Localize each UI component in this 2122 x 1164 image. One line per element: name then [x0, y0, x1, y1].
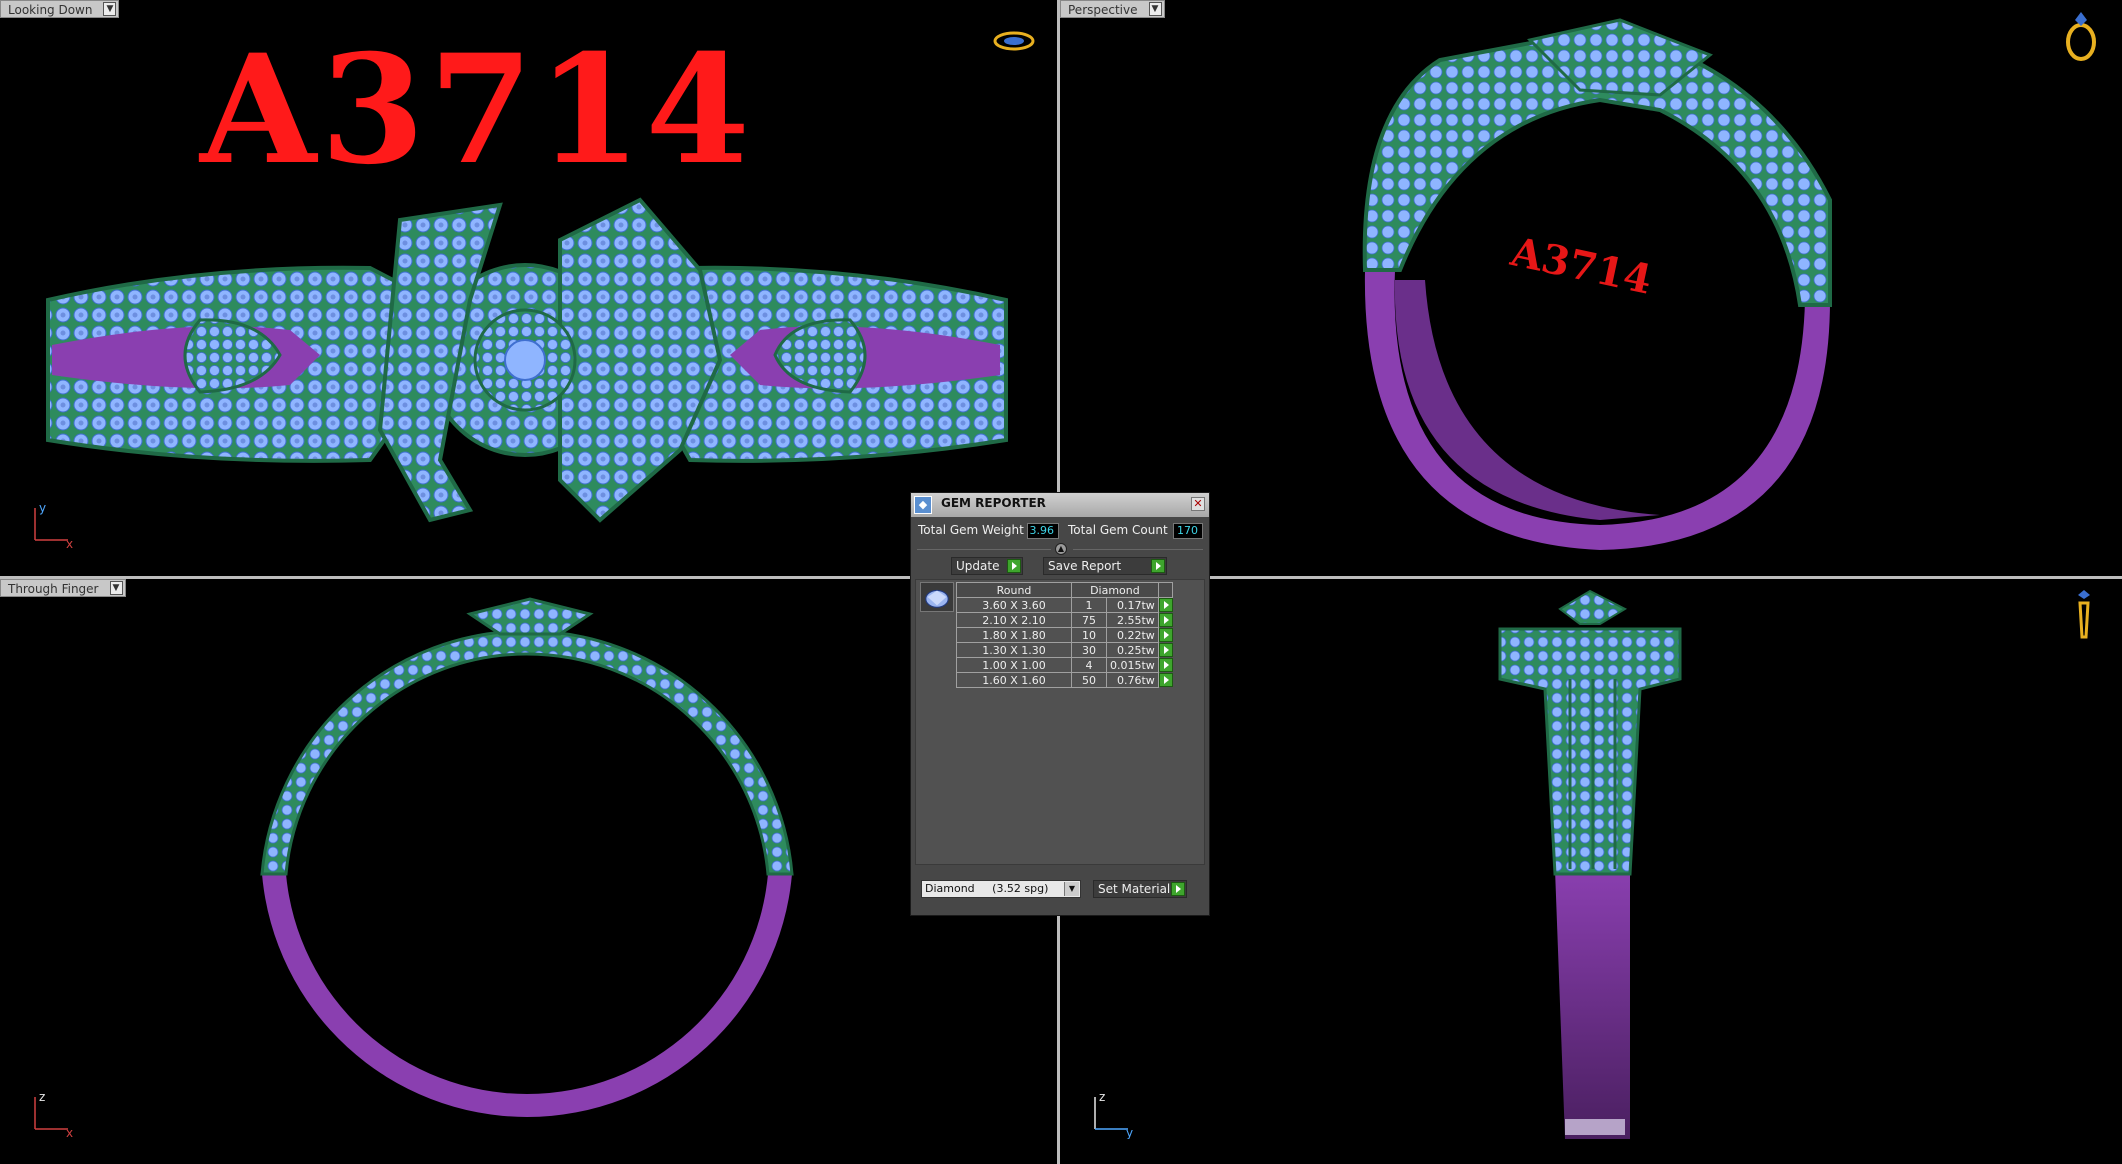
table-row[interactable]: 1.30 X 1.30 30 0.25tw — [956, 642, 1173, 658]
axis-triad-icon: z x — [34, 1090, 73, 1139]
gem-reporter-icon: ◆ — [914, 496, 932, 514]
save-report-label: Save Report — [1048, 559, 1122, 573]
gem-weight: 0.25tw — [1106, 642, 1159, 658]
ring-perspective-view: A3714 — [1362, 18, 1832, 550]
play-arrow-icon — [1007, 559, 1021, 573]
gem-count: 4 — [1071, 657, 1107, 673]
material-select[interactable]: Diamond (3.52 spg) ▼ — [921, 880, 1081, 898]
set-material-label: Set Material — [1098, 882, 1171, 896]
axis-z-label: z — [1099, 1090, 1105, 1104]
select-gem-icon[interactable] — [1158, 612, 1173, 627]
chevron-down-icon[interactable]: ▼ — [109, 581, 123, 595]
dialog-title-bar[interactable]: ◆ GEM REPORTER ✕ — [911, 493, 1209, 517]
ring-perspective-icon[interactable] — [2064, 10, 2098, 62]
gem-size: 1.30 X 1.30 — [956, 642, 1072, 658]
ring-side-view — [1498, 589, 1682, 1139]
viewport-looking-down[interactable]: A3714 Looking Down ▼ y x — [0, 0, 1057, 576]
table-row[interactable]: 2.10 X 2.10 75 2.55tw — [956, 612, 1173, 628]
gem-list-panel: Round Diamond 3.60 X 3.60 1 0.17tw 2.10 … — [915, 579, 1205, 865]
total-gem-weight-field: 3.96 — [1027, 523, 1059, 539]
gem-count: 1 — [1071, 597, 1107, 613]
close-icon[interactable]: ✕ — [1191, 497, 1205, 511]
gem-count: 75 — [1071, 612, 1107, 628]
material-select-value: Diamond (3.52 spg) — [925, 882, 1049, 895]
play-arrow-icon — [1151, 559, 1165, 573]
gem-size: 1.60 X 1.60 — [956, 672, 1072, 688]
viewport-menu-through-finger[interactable]: Through Finger ▼ — [0, 579, 126, 597]
play-arrow-icon — [1171, 882, 1185, 896]
axis-y-label: y — [39, 501, 46, 515]
viewport-menu-looking-down[interactable]: Looking Down ▼ — [0, 0, 120, 18]
viewport-label: Looking Down — [8, 3, 93, 17]
gem-weight: 2.55tw — [1106, 612, 1159, 628]
viewport-label: Through Finger — [8, 582, 99, 596]
chevron-down-icon[interactable]: ▼ — [1148, 2, 1162, 16]
gem-weight: 0.015tw — [1106, 657, 1159, 673]
gem-weight: 0.17tw — [1106, 597, 1159, 613]
ring-top-icon[interactable] — [993, 30, 1035, 52]
ring-front-view — [260, 597, 794, 1117]
axis-y-label: y — [1126, 1126, 1133, 1139]
table-row[interactable]: 3.60 X 3.60 1 0.17tw — [956, 597, 1173, 613]
select-gem-icon[interactable] — [1158, 627, 1173, 642]
viewport-menu-perspective[interactable]: Perspective ▼ — [1060, 0, 1165, 18]
axis-x-label: x — [66, 1126, 73, 1139]
round-gem-icon[interactable] — [920, 582, 954, 612]
axis-triad-icon: z y — [1094, 1090, 1133, 1139]
gem-size: 2.10 X 2.10 — [956, 612, 1072, 628]
gem-size: 1.00 X 1.00 — [956, 657, 1072, 673]
total-gem-count-label: Total Gem Count — [1068, 523, 1168, 537]
dialog-title: GEM REPORTER — [941, 496, 1046, 510]
viewport-perspective[interactable]: A3714 Perspective ▼ — [1060, 0, 2122, 576]
column-header-shape: Round — [956, 582, 1072, 598]
gem-size: 3.60 X 3.60 — [956, 597, 1072, 613]
gem-reporter-dialog: ◆ GEM REPORTER ✕ Total Gem Weight 3.96 T… — [910, 492, 1210, 916]
axis-z-label: z — [39, 1090, 45, 1104]
table-row[interactable]: 1.60 X 1.60 50 0.76tw — [956, 672, 1173, 688]
select-gem-icon[interactable] — [1158, 642, 1173, 657]
axis-triad-icon: y x — [34, 501, 73, 550]
model-watermark: A3714 — [200, 22, 754, 198]
gem-size: 1.80 X 1.80 — [956, 627, 1072, 643]
ring-side-icon[interactable] — [2072, 589, 2096, 641]
select-gem-icon[interactable] — [1158, 598, 1173, 612]
watermark-perspective: A3714 — [1506, 228, 1656, 304]
viewport-side[interactable]: z y — [1060, 579, 2122, 1164]
table-row[interactable]: 1.80 X 1.80 10 0.22tw — [956, 627, 1173, 643]
viewport-through-finger[interactable]: Through Finger ▼ z x — [0, 579, 1057, 1164]
column-header-material: Diamond — [1071, 582, 1159, 598]
gem-count: 50 — [1071, 672, 1107, 688]
gem-count: 30 — [1071, 642, 1107, 658]
set-material-button[interactable]: Set Material — [1093, 880, 1187, 898]
total-gem-weight-label: Total Gem Weight — [918, 523, 1024, 537]
table-row[interactable]: 1.00 X 1.00 4 0.015tw — [956, 657, 1173, 673]
gem-weight: 0.76tw — [1106, 672, 1159, 688]
total-gem-count-field: 170 — [1173, 523, 1203, 539]
chevron-down-icon[interactable]: ▼ — [1064, 882, 1079, 896]
select-gem-icon[interactable] — [1158, 657, 1173, 672]
divider — [917, 549, 1051, 550]
gem-table: Round Diamond 3.60 X 3.60 1 0.17tw 2.10 … — [956, 582, 1174, 688]
save-report-button[interactable]: Save Report — [1043, 557, 1167, 575]
chevron-down-icon[interactable]: ▼ — [103, 2, 117, 16]
divider — [1073, 549, 1203, 550]
collapse-icon[interactable]: ▲ — [1055, 543, 1067, 555]
gem-weight: 0.22tw — [1106, 627, 1159, 643]
update-button[interactable]: Update — [951, 557, 1023, 575]
select-gem-icon[interactable] — [1158, 672, 1173, 687]
axis-x-label: x — [66, 537, 73, 550]
gem-count: 10 — [1071, 627, 1107, 643]
viewport-label: Perspective — [1068, 3, 1138, 17]
update-label: Update — [956, 559, 1000, 573]
